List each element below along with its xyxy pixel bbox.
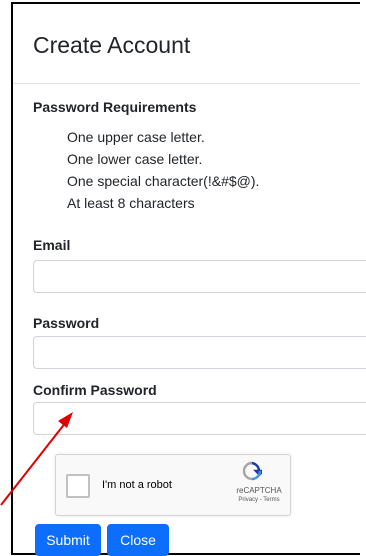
close-button[interactable]: Close bbox=[107, 524, 169, 556]
recaptcha-checkbox[interactable] bbox=[66, 474, 90, 498]
recaptcha-brand: reCAPTCHA bbox=[236, 486, 282, 495]
email-field[interactable] bbox=[33, 260, 366, 293]
recaptcha-widget: I'm not a robot reCAPTCHA Privacy - Term… bbox=[55, 454, 291, 516]
requirement-item: At least 8 characters bbox=[67, 195, 195, 211]
confirm-password-label: Confirm Password bbox=[33, 382, 157, 398]
page-title: Create Account bbox=[33, 32, 191, 58]
email-label: Email bbox=[33, 237, 71, 253]
recaptcha-label: I'm not a robot bbox=[102, 479, 172, 491]
requirement-item: One special character(!&#$@). bbox=[67, 173, 260, 189]
password-requirements-heading: Password Requirements bbox=[33, 99, 197, 115]
password-label: Password bbox=[33, 315, 100, 331]
requirement-item: One upper case letter. bbox=[67, 129, 205, 145]
submit-button[interactable]: Submit bbox=[35, 524, 101, 556]
requirement-item: One lower case letter. bbox=[67, 151, 203, 167]
panel-header: Create Account bbox=[13, 4, 360, 84]
create-account-panel: Create Account Password Requirements One… bbox=[11, 2, 366, 556]
password-requirements-list: One upper case letter. One lower case le… bbox=[67, 126, 259, 214]
password-field[interactable] bbox=[33, 336, 366, 369]
recaptcha-logo-icon bbox=[242, 461, 262, 481]
confirm-password-field[interactable] bbox=[33, 402, 366, 435]
recaptcha-terms-link[interactable]: Privacy - Terms bbox=[234, 497, 284, 503]
